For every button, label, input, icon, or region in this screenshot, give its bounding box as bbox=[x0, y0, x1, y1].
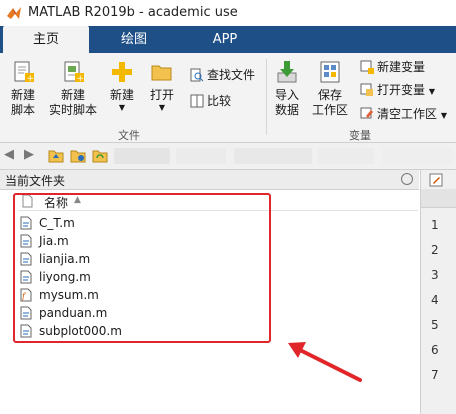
variable-section-label: 变量 bbox=[349, 129, 371, 142]
chevron-down-icon: ▼ bbox=[158, 103, 166, 112]
clear-workspace-icon bbox=[360, 107, 373, 119]
compare-icon bbox=[190, 94, 204, 108]
chevron-down-icon: ▼ bbox=[440, 111, 447, 120]
find-files-button[interactable]: 查找文件 bbox=[190, 67, 255, 83]
svg-text:+: + bbox=[77, 74, 85, 84]
file-section-label: 文件 bbox=[118, 129, 140, 142]
new-dropdown-button[interactable]: 新建 ▼ bbox=[104, 59, 140, 113]
line-number: 3 bbox=[431, 268, 439, 282]
current-folder-header: 当前文件夹 bbox=[0, 170, 419, 190]
new-live-script-icon: + bbox=[64, 61, 85, 84]
save-workspace-icon bbox=[320, 61, 340, 83]
line-number: 7 bbox=[431, 368, 439, 382]
new-label: 新建 bbox=[109, 88, 134, 102]
find-files-label: 查找文件 bbox=[207, 68, 256, 82]
path-segment[interactable] bbox=[382, 148, 452, 164]
new-variable-button[interactable]: 新建变量 bbox=[360, 59, 425, 75]
open-variable-button[interactable]: 打开变量 ▼ bbox=[360, 82, 435, 100]
line-number: 6 bbox=[431, 343, 439, 357]
ribbon-divider bbox=[266, 59, 267, 135]
line-number: 4 bbox=[431, 293, 439, 307]
find-files-icon bbox=[190, 68, 204, 82]
new-live-script-label: 新建 实时脚本 bbox=[48, 88, 97, 117]
import-data-icon bbox=[277, 61, 297, 83]
chevron-down-icon: ▼ bbox=[118, 103, 126, 112]
plus-icon bbox=[112, 62, 132, 82]
ribbon-tab-bar: 主页 绘图 APP bbox=[0, 26, 456, 53]
import-data-label: 导入 数据 bbox=[274, 88, 299, 117]
save-workspace-button[interactable]: 保存 工作区 bbox=[310, 59, 350, 118]
folder-sync-icon[interactable] bbox=[92, 148, 108, 163]
ribbon-toolbar: + 新建 脚本 + 新建 实时脚本 新建 ▼ 打开 ▼ 查找文件 比较 文件 导… bbox=[0, 53, 456, 143]
panel-options-icon[interactable] bbox=[401, 173, 413, 185]
tab-apps[interactable]: APP bbox=[192, 26, 258, 53]
clear-workspace-button[interactable]: 清空工作区 ▼ bbox=[360, 106, 447, 124]
new-script-icon: + bbox=[14, 61, 35, 84]
path-segment[interactable] bbox=[176, 148, 226, 164]
chevron-down-icon: ▼ bbox=[428, 87, 435, 96]
import-data-button[interactable]: 导入 数据 bbox=[270, 59, 304, 118]
path-segment[interactable] bbox=[318, 148, 374, 164]
tab-home[interactable]: 主页 bbox=[3, 26, 89, 53]
compare-button[interactable]: 比较 bbox=[190, 93, 231, 109]
clear-workspace-label: 清空工作区 bbox=[377, 107, 438, 121]
browse-folder-icon[interactable] bbox=[70, 148, 86, 163]
line-number: 1 bbox=[431, 218, 439, 232]
editor-pane: 1 2 3 4 5 6 7 bbox=[420, 170, 456, 414]
new-live-script-button[interactable]: + 新建 实时脚本 bbox=[46, 59, 100, 118]
svg-text:+: + bbox=[27, 74, 35, 84]
line-number: 2 bbox=[431, 243, 439, 257]
highlight-box bbox=[13, 193, 271, 343]
open-variable-label: 打开变量 bbox=[377, 83, 426, 97]
address-bar: ◀ ▶ bbox=[0, 143, 456, 170]
folder-open-icon bbox=[151, 65, 172, 81]
open-variable-icon bbox=[360, 83, 373, 96]
save-workspace-label: 保存 工作区 bbox=[311, 88, 348, 117]
new-script-button[interactable]: + 新建 脚本 bbox=[4, 59, 42, 118]
editor-icon[interactable] bbox=[429, 173, 443, 187]
forward-arrow-icon[interactable]: ▶ bbox=[24, 147, 34, 162]
current-folder-title: 当前文件夹 bbox=[5, 174, 66, 188]
up-folder-icon[interactable] bbox=[48, 148, 64, 163]
tab-plots[interactable]: 绘图 bbox=[104, 26, 164, 53]
back-arrow-icon[interactable]: ◀ bbox=[4, 147, 14, 162]
path-segment[interactable] bbox=[234, 148, 312, 164]
new-variable-icon bbox=[360, 60, 374, 74]
line-number: 5 bbox=[431, 318, 439, 332]
new-variable-label: 新建变量 bbox=[377, 60, 426, 74]
matlab-logo-icon bbox=[7, 7, 21, 19]
new-script-label: 新建 脚本 bbox=[10, 88, 35, 117]
editor-tab-strip bbox=[421, 189, 456, 208]
title-bar: MATLAB R2019b - academic use bbox=[0, 0, 456, 26]
compare-label: 比较 bbox=[207, 94, 232, 108]
window-title: MATLAB R2019b - academic use bbox=[28, 5, 238, 20]
path-segment[interactable] bbox=[114, 148, 170, 164]
open-button[interactable]: 打开 ▼ bbox=[144, 59, 180, 113]
open-label: 打开 bbox=[149, 88, 174, 102]
